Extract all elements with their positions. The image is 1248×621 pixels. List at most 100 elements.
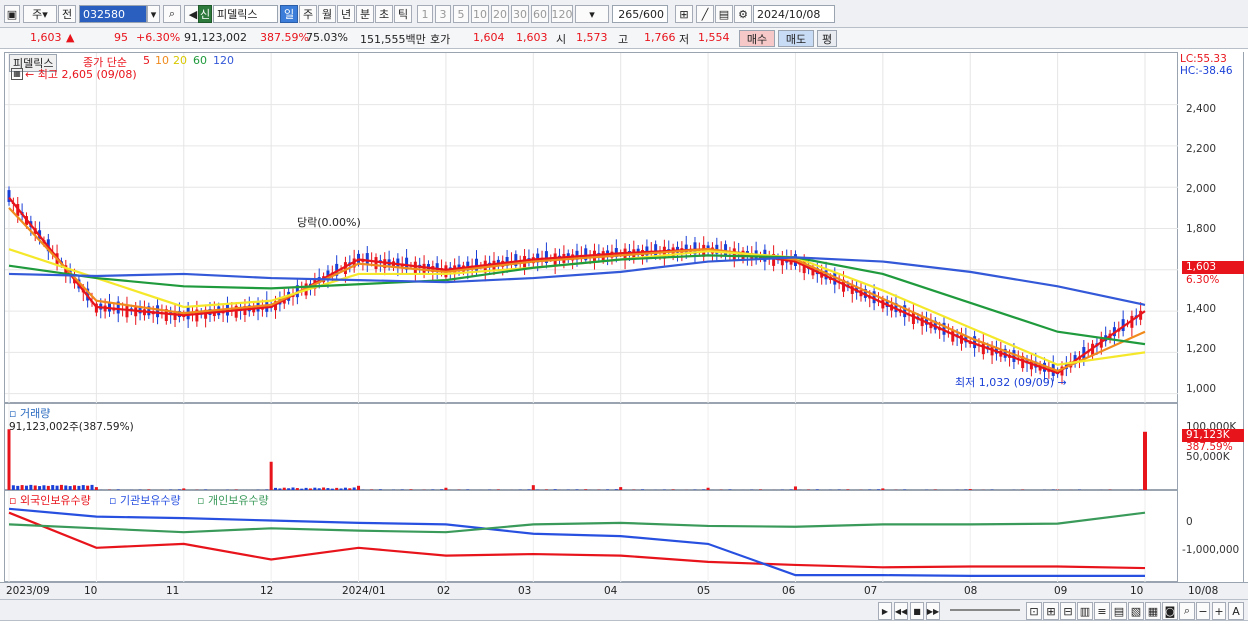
up-arrow-icon: ▲ — [66, 31, 75, 44]
high-label: 고 — [618, 33, 629, 46]
bottom-controls: ▶ ◀◀ ■ ▶▶ ⊡ ⊞ ⊟ ▥ ≡ ▤ ▧ ▦ ◙ ⌕ − + A — [0, 600, 1248, 621]
date-value: 2024/10/08 — [757, 7, 821, 21]
candle-body — [357, 253, 361, 263]
quote-price: 1,603 — [30, 31, 62, 44]
candle-body — [125, 305, 129, 318]
period-tab[interactable]: 초 — [375, 5, 393, 23]
eval-button[interactable]: 평 — [817, 30, 837, 47]
x-axis-label: 2023/09 — [6, 585, 50, 597]
x-axis-label: 08 — [964, 585, 978, 597]
x-axis-label: 10/08 — [1188, 585, 1219, 597]
pan-icon[interactable]: ⊟ — [1060, 602, 1076, 620]
count-input[interactable]: 265/600 — [612, 5, 668, 23]
tick-interval-button[interactable]: 30 — [511, 5, 529, 23]
hold-tick-0: 0 — [1186, 516, 1193, 528]
open-label: 시 — [556, 33, 567, 46]
gear-icon[interactable]: ⚙ — [734, 5, 752, 23]
stop-icon[interactable]: ■ — [910, 602, 924, 620]
quote-volume: 91,123,002 — [184, 31, 247, 44]
search-icon[interactable]: ⌕ — [163, 5, 181, 23]
stock-name-value: 피델릭스 — [217, 8, 258, 21]
price-chart — [5, 53, 1179, 404]
sell-button[interactable]: 매도 — [778, 30, 814, 47]
period-tab[interactable]: 월 — [318, 5, 336, 23]
tick-interval-button[interactable]: 1 — [417, 5, 433, 23]
holding-panel: ▫ 외국인보유수량 ▫ 기관보유수량 ▫ 개인보유수량 — [4, 490, 1178, 583]
split-icon[interactable]: ▥ — [1077, 602, 1093, 620]
period-tab[interactable]: 일 — [280, 5, 298, 23]
code-dropdown-icon[interactable]: ▾ — [147, 5, 160, 23]
rewind-icon[interactable]: ◀◀ — [894, 602, 908, 620]
scroll-right-icon[interactable]: ▶ — [878, 602, 892, 620]
zoom-slider[interactable] — [950, 609, 1020, 611]
low-value: 1,554 — [698, 31, 730, 44]
layers-icon[interactable]: ▤ — [1111, 602, 1127, 620]
tick-interval-button[interactable]: 120 — [551, 5, 573, 23]
forward-icon[interactable]: ▶▶ — [926, 602, 940, 620]
price-tick: 2,000 — [1186, 183, 1217, 195]
font-size-icon[interactable]: A — [1228, 602, 1244, 620]
candle-body — [365, 253, 369, 265]
image-icon[interactable]: ▧ — [1128, 602, 1144, 620]
quote-amount: 151,555백만 — [360, 33, 426, 46]
zoom-in-icon[interactable]: + — [1212, 602, 1226, 620]
tick-interval-button[interactable]: 5 — [453, 5, 469, 23]
layout-icon[interactable]: ▣ — [4, 5, 20, 23]
price-tick: 2,200 — [1186, 143, 1217, 155]
volume-panel: ▫ 거래량 91,123,002주(387.59%) — [4, 403, 1178, 491]
x-axis-label: 05 — [697, 585, 711, 597]
x-axis-label: 10 — [1130, 585, 1144, 597]
tick-interval-button[interactable]: 60 — [531, 5, 549, 23]
foreign-line — [8, 511, 1146, 570]
zoom-box-icon[interactable]: ⊡ — [1026, 602, 1042, 620]
period-tab[interactable]: 분 — [356, 5, 374, 23]
magnify-icon[interactable]: ⌕ — [1179, 602, 1195, 620]
grid-icon[interactable]: ⊞ — [1043, 602, 1059, 620]
ma20-label: 20 — [173, 54, 187, 67]
candle-body — [374, 257, 378, 269]
table-icon[interactable]: ▦ — [1145, 602, 1161, 620]
inst-label: ▫ 기관보유수량 — [109, 494, 181, 507]
credit-badge: 신 — [198, 5, 212, 23]
price-tick: 2,400 — [1186, 103, 1217, 115]
price-tick: 1,800 — [1186, 223, 1217, 235]
individual-label-text: 개인보유수량 — [207, 494, 269, 507]
save-icon[interactable]: ▤ — [715, 5, 733, 23]
code-input[interactable]: 032580 — [79, 5, 147, 23]
holding-axis: 0 -1,000,000 — [1178, 490, 1244, 582]
zoom-out-icon[interactable]: − — [1196, 602, 1210, 620]
date-input[interactable]: 2024/10/08 — [753, 5, 835, 23]
stock-name-field[interactable]: 피델릭스 — [213, 5, 278, 23]
candle-icon[interactable]: ⊞ — [675, 5, 693, 23]
current-price-tag: 1,603 — [1182, 261, 1244, 274]
list-icon[interactable]: ≡ — [1094, 602, 1110, 620]
period-tab[interactable]: 틱 — [394, 5, 412, 23]
ma10-label: 10 — [155, 54, 169, 67]
quote-volume-pct: 387.59% — [260, 31, 309, 44]
bid1: 1,604 — [473, 31, 505, 44]
line-tool-icon[interactable]: ╱ — [696, 5, 714, 23]
tick-dropdown[interactable]: ▾ — [575, 5, 609, 23]
quote-turnover: 75.03% — [306, 31, 348, 44]
low-label: 저 — [679, 33, 690, 46]
camera-icon[interactable]: ◙ — [1162, 602, 1178, 620]
market-select[interactable]: 주 ▾ — [23, 5, 57, 23]
buy-button[interactable]: 매수 — [739, 30, 775, 47]
period-tab[interactable]: 주 — [299, 5, 317, 23]
low-note-text: 최저 1,032 (09/09) — [955, 376, 1055, 389]
period-tab[interactable]: 년 — [337, 5, 355, 23]
event-note: 당락(0.00%) — [297, 216, 361, 229]
tick-interval-button[interactable]: 10 — [471, 5, 489, 23]
price-axis: LC:55.33 HC:-38.46 2,400 2,200 2,000 1,800 1… — [1178, 52, 1244, 403]
low-note: 최저 1,032 (09/09) → — [955, 376, 1067, 389]
volume-bar — [269, 461, 273, 491]
mode-button[interactable]: 전 — [58, 5, 76, 23]
x-axis: 2023/09 10 11 12 2024/01 02 03 04 05 06 07 08 09 10 10… — [0, 582, 1248, 600]
tick-interval-button[interactable]: 3 — [435, 5, 451, 23]
calculator-icon[interactable]: ▦ — [11, 68, 23, 80]
x-axis-label: 03 — [518, 585, 532, 597]
tick-interval-button[interactable]: 20 — [491, 5, 509, 23]
volume-bar-current — [1143, 431, 1147, 491]
individual-line — [8, 511, 1146, 534]
ma120-label: 120 — [213, 54, 234, 67]
